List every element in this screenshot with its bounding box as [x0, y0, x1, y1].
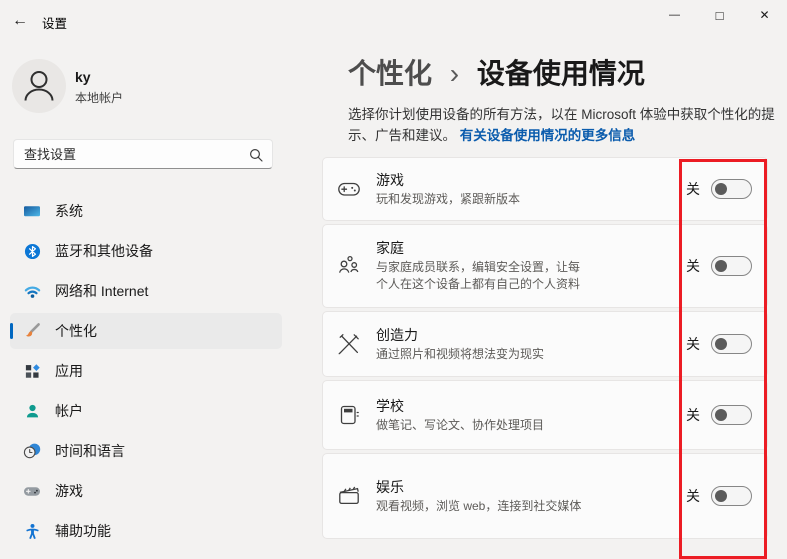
- network-icon: [23, 282, 41, 300]
- row-description: 做笔记、写论文、协作处理项目: [376, 417, 588, 434]
- toggle-state-label: 关: [686, 334, 700, 354]
- row-title: 创造力: [376, 326, 686, 345]
- sidebar-item-apps[interactable]: 应用: [10, 353, 282, 389]
- personalization-icon: [23, 322, 41, 340]
- sidebar-item-accounts[interactable]: 帐户: [10, 393, 282, 429]
- row-title: 娱乐: [376, 478, 686, 497]
- family-toggle[interactable]: [711, 256, 752, 276]
- toggle-knob: [715, 260, 727, 272]
- row-creativity: 创造力 通过照片和视频将想法变为现实 关: [322, 311, 768, 377]
- creativity-toggle[interactable]: [711, 334, 752, 354]
- search-icon: [249, 148, 263, 162]
- row-gaming: 游戏 玩和发现游戏，紧跟新版本 关: [322, 157, 768, 221]
- toggle-state-label: 关: [686, 179, 700, 199]
- search-box: [13, 139, 273, 169]
- selected-indicator: [10, 323, 13, 339]
- learn-more-link[interactable]: 有关设备使用情况的更多信息: [460, 128, 636, 143]
- bluetooth-icon: [23, 242, 41, 260]
- family-icon: [337, 254, 361, 278]
- toggle-knob: [715, 338, 727, 350]
- window-title: 设置: [42, 13, 67, 32]
- breadcrumb-separator-icon: ›: [450, 58, 459, 89]
- window-controls: — □ ✕: [652, 0, 787, 30]
- sidebar-item-label: 网络和 Internet: [55, 281, 148, 301]
- minimize-icon: —: [669, 9, 680, 21]
- maximize-icon: □: [716, 8, 724, 23]
- sidebar-item-network-internet[interactable]: 网络和 Internet: [10, 273, 282, 309]
- page-title: 设备使用情况: [477, 58, 645, 89]
- accounts-icon: [23, 402, 41, 420]
- row-description: 与家庭成员联系，编辑安全设置，让每个人在这个设备上都有自己的个人资料: [376, 259, 588, 293]
- entertainment-icon: [337, 484, 361, 508]
- creativity-icon: [337, 332, 361, 356]
- time-language-icon: [23, 442, 41, 460]
- sidebar-item-label: 蓝牙和其他设备: [55, 241, 153, 261]
- profile-account-type: 本地帐户: [75, 89, 123, 106]
- profile-name: ky: [75, 69, 91, 85]
- accessibility-icon: [23, 522, 41, 540]
- sidebar-item-system[interactable]: 系统: [10, 193, 282, 229]
- toggle-knob: [715, 490, 727, 502]
- toggle-state-label: 关: [686, 256, 700, 276]
- sidebar-item-label: 游戏: [55, 481, 83, 501]
- row-entertainment: 娱乐 观看视频，浏览 web，连接到社交媒体 关: [322, 453, 768, 539]
- toggle-state-label: 关: [686, 405, 700, 425]
- sidebar-item-bluetooth-devices[interactable]: 蓝牙和其他设备: [10, 233, 282, 269]
- row-title: 家庭: [376, 239, 686, 258]
- toggle-knob: [715, 409, 727, 421]
- row-description: 通过照片和视频将想法变为现实: [376, 346, 588, 363]
- avatar: [12, 59, 66, 113]
- page-description: 选择你计划使用设备的所有方法，以在 Microsoft 体验中获取个性化的提示、…: [348, 104, 784, 146]
- toggle-knob: [715, 183, 727, 195]
- row-title: 学校: [376, 397, 686, 416]
- maximize-button[interactable]: □: [697, 0, 742, 30]
- close-icon: ✕: [759, 8, 769, 22]
- device-usage-list: 游戏 玩和发现游戏，紧跟新版本 关 家庭 与家庭成员联系，编辑安全设置，让每个人…: [322, 157, 768, 539]
- sidebar-item-label: 个性化: [55, 321, 97, 341]
- entertainment-toggle[interactable]: [711, 486, 752, 506]
- toggle-state-label: 关: [686, 486, 700, 506]
- close-button[interactable]: ✕: [742, 0, 787, 30]
- sidebar-item-gaming[interactable]: 游戏: [10, 473, 282, 509]
- sidebar-item-personalization[interactable]: 个性化: [10, 313, 282, 349]
- sidebar-item-accessibility[interactable]: 辅助功能: [10, 513, 282, 549]
- search-input[interactable]: [14, 140, 272, 168]
- gaming-toggle[interactable]: [711, 179, 752, 199]
- minimize-button[interactable]: —: [652, 0, 697, 30]
- row-description: 玩和发现游戏，紧跟新版本: [376, 191, 588, 208]
- sidebar-item-label: 时间和语言: [55, 441, 125, 461]
- sidebar-item-label: 帐户: [55, 401, 83, 421]
- school-toggle[interactable]: [711, 405, 752, 425]
- back-arrow-icon: ←: [12, 12, 28, 30]
- back-button[interactable]: ←: [5, 7, 35, 35]
- row-description: 观看视频，浏览 web，连接到社交媒体: [376, 498, 588, 515]
- sidebar-item-label: 辅助功能: [55, 521, 111, 541]
- sidebar-item-time-language[interactable]: 时间和语言: [10, 433, 282, 469]
- titlebar: ← 设置 — □ ✕: [0, 0, 787, 40]
- sidebar-nav: 系统 蓝牙和其他设备 网络和 Internet 个性化: [10, 193, 282, 553]
- row-title: 游戏: [376, 171, 686, 190]
- apps-icon: [23, 362, 41, 380]
- breadcrumb: 个性化 › 设备使用情况: [348, 52, 645, 92]
- row-school: 学校 做笔记、写论文、协作处理项目 关: [322, 380, 768, 450]
- sidebar-item-label: 应用: [55, 361, 83, 381]
- row-family: 家庭 与家庭成员联系，编辑安全设置，让每个人在这个设备上都有自己的个人资料 关: [322, 224, 768, 308]
- account-profile[interactable]: ky 本地帐户: [12, 59, 292, 115]
- gaming-icon: [23, 482, 41, 500]
- sidebar-item-label: 系统: [55, 201, 83, 221]
- school-icon: [337, 403, 361, 427]
- breadcrumb-parent[interactable]: 个性化: [348, 58, 432, 89]
- gamepad-icon: [337, 177, 361, 201]
- system-icon: [23, 202, 41, 220]
